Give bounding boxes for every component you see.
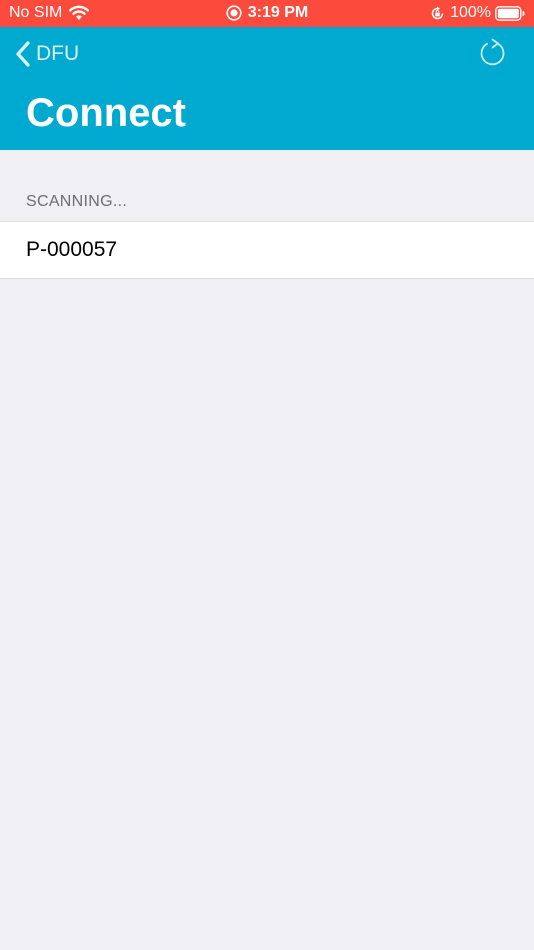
refresh-icon[interactable] xyxy=(478,38,508,68)
battery-icon xyxy=(495,5,525,21)
section-header: SCANNING... xyxy=(26,193,128,210)
page-title: Connect xyxy=(26,91,186,135)
navigation-bar: DFU Connect xyxy=(0,27,534,150)
screen-record-icon xyxy=(226,5,242,21)
status-right: 100% xyxy=(430,4,525,22)
device-name: P-000057 xyxy=(26,238,118,261)
orientation-lock-icon xyxy=(431,6,444,19)
back-button-label: DFU xyxy=(36,42,80,65)
status-bar: No SIM 3:19 PM 100% xyxy=(0,0,534,27)
device-list: P-000057 xyxy=(0,221,534,279)
status-time: 3:19 PM xyxy=(247,4,309,21)
chevron-left-icon xyxy=(16,41,30,67)
back-button[interactable]: DFU xyxy=(14,39,79,69)
battery-percent: 100% xyxy=(450,4,491,21)
screen: No SIM 3:19 PM 100% DFU Connect SCANNING… xyxy=(0,0,534,950)
list-item[interactable]: P-000057 xyxy=(0,222,534,278)
